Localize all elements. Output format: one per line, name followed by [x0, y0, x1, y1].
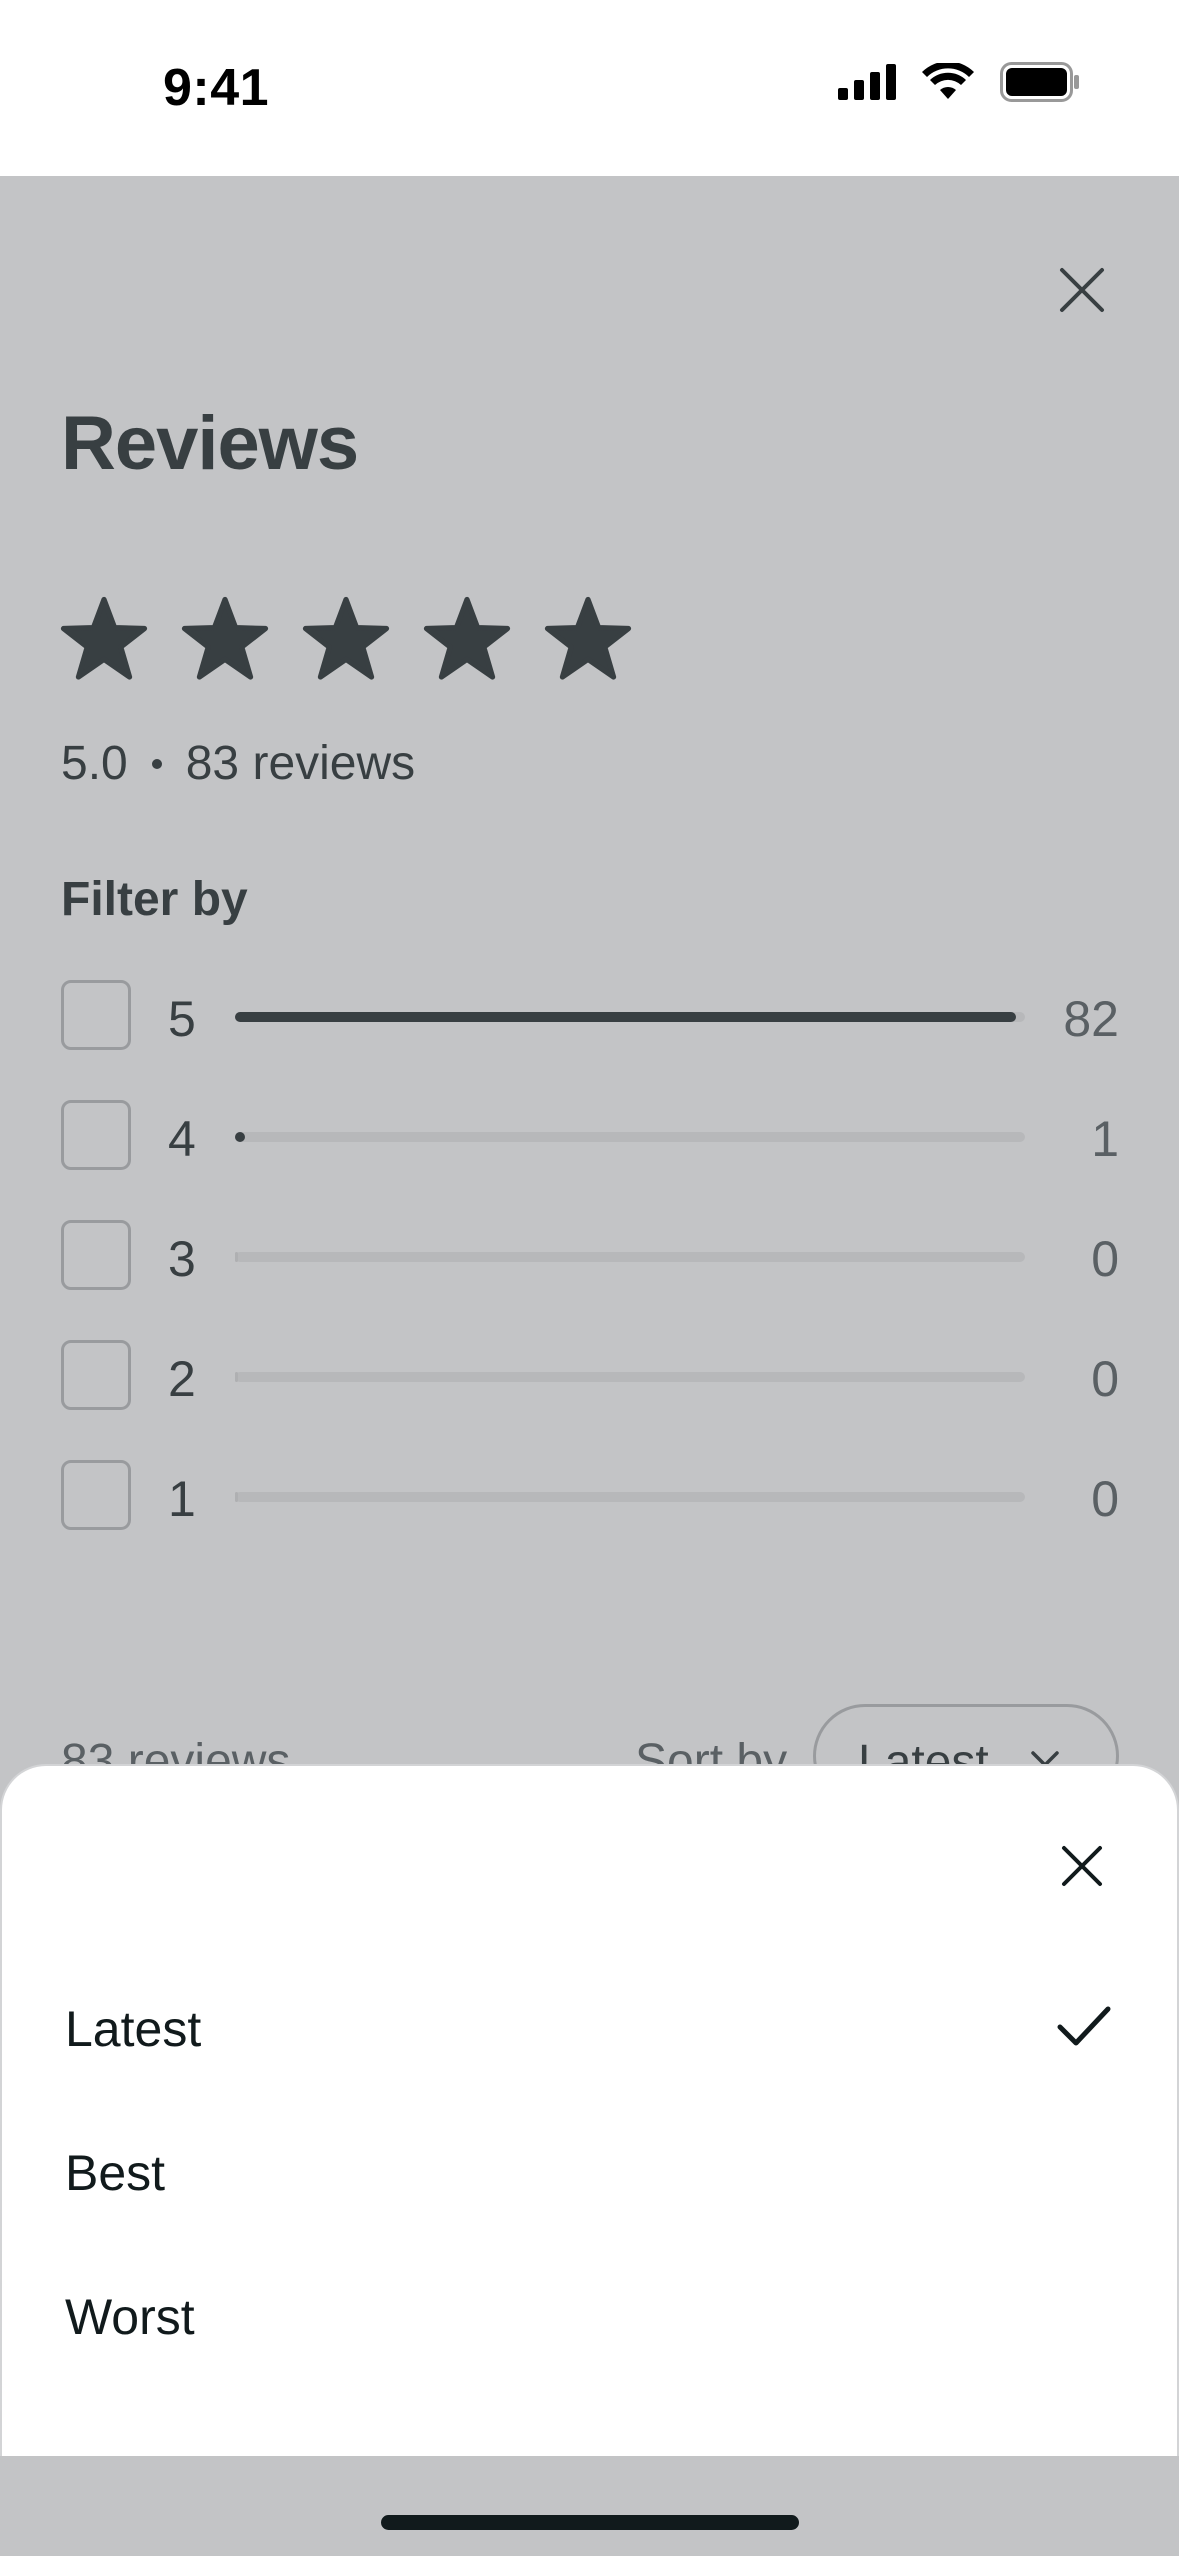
wifi-icon: [922, 63, 974, 99]
close-icon[interactable]: [1052, 1836, 1112, 1896]
sort-option-label: Worst: [65, 2289, 195, 2345]
sort-option-latest[interactable]: Latest: [2, 1956, 1179, 2100]
status-time: 9:41: [163, 59, 270, 117]
status-icons: [838, 62, 1080, 102]
checkmark-icon: [1057, 2006, 1111, 2046]
sort-option-label: Latest: [65, 2001, 202, 2057]
home-indicator[interactable]: [381, 2515, 799, 2530]
cellular-signal-icon: [838, 64, 896, 100]
status-bar: 9:41: [0, 0, 1179, 176]
sort-option-worst[interactable]: Worst: [2, 2244, 1179, 2388]
sort-bottom-sheet: Latest Best Worst: [0, 1764, 1179, 2456]
battery-icon: [1000, 62, 1079, 102]
sort-option-label: Best: [65, 2145, 166, 2201]
sort-option-best[interactable]: Best: [2, 2100, 1179, 2244]
